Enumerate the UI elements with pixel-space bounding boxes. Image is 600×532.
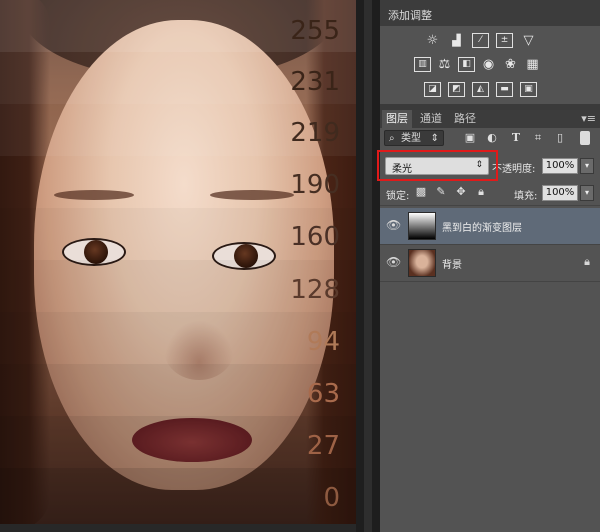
fill-dropdown-button[interactable]: ▾ — [580, 185, 594, 201]
adjustments-panel: ☼ ▟ ⁄ ± ▽ ▥ ⚖ ◧ ◉ ❀ ▦ ◪ ◩ ◭ ▬ ▣ — [380, 26, 600, 104]
gradient-value-label: 63 — [306, 379, 340, 409]
gradient-value-label: 94 — [306, 327, 340, 357]
document-canvas[interactable]: 255 231 219 190 160 128 94 63 27 0 — [0, 0, 356, 524]
eye-visibility-icon[interactable]: 👁︎ — [386, 255, 401, 269]
layer-filter-label: 类型 — [401, 133, 421, 144]
gradient-band — [0, 312, 356, 364]
fill-input[interactable]: 100% — [542, 185, 578, 201]
tab-layers[interactable]: 图层 — [382, 110, 412, 128]
layer-thumbnail — [408, 212, 436, 240]
adjustments-panel-header: 添加调整 — [380, 0, 600, 26]
tab-paths[interactable]: 路径 — [450, 110, 480, 128]
gradient-value-label: 219 — [290, 118, 340, 148]
lock-transparency-icon[interactable]: ▩ — [414, 185, 428, 199]
filter-smart-object-icon[interactable]: ▯ — [552, 130, 568, 146]
lock-paint-brush-icon[interactable]: ✎ — [434, 185, 448, 199]
gradient-band — [0, 416, 356, 468]
divider — [380, 281, 600, 282]
hue-saturation-icon[interactable]: ▥ — [414, 57, 431, 72]
layer-name: 背景 — [442, 260, 462, 271]
opacity-label: 不透明度: — [492, 164, 536, 175]
layer-row-gradient[interactable]: 👁︎ 黑到白的渐变图层 — [380, 208, 600, 244]
opacity-input[interactable]: 100% — [542, 158, 578, 174]
layers-panel-tabs: 图层 通道 路径 ▾≡ — [380, 110, 600, 128]
layer-name: 黑到白的渐变图层 — [442, 223, 522, 234]
panel-menu-icon[interactable]: ▾≡ — [581, 112, 596, 125]
threshold-icon[interactable]: ◭ — [472, 82, 489, 97]
exposure-icon[interactable]: ± — [496, 33, 513, 48]
gradient-band — [0, 468, 356, 524]
black-white-icon[interactable]: ◧ — [458, 57, 475, 72]
gradient-value-label: 160 — [290, 222, 340, 252]
search-icon: ⌕ — [389, 133, 395, 144]
gradient-map-icon[interactable]: ▬ — [496, 82, 513, 97]
panel-gutter — [356, 0, 380, 532]
posterize-icon[interactable]: ◩ — [448, 82, 465, 97]
levels-icon[interactable]: ▟ — [448, 33, 465, 48]
divider — [380, 205, 600, 206]
filter-type-icon[interactable]: T — [508, 130, 524, 146]
layer-thumbnail — [408, 249, 436, 277]
filter-shape-icon[interactable]: ⌗ — [530, 130, 546, 146]
gradient-value-label: 128 — [290, 275, 340, 305]
lock-position-move-icon[interactable]: ✥ — [454, 185, 468, 199]
channel-mixer-icon[interactable]: ❀ — [502, 57, 519, 72]
highlight-annotation-box — [377, 150, 498, 181]
fill-label: 填充: — [514, 191, 538, 202]
vibrance-icon[interactable]: ▽ — [520, 33, 537, 48]
invert-icon[interactable]: ◪ — [424, 82, 441, 97]
layer-row-background[interactable]: 👁︎ 背景 🔒︎ — [380, 245, 600, 281]
photo-filter-icon[interactable]: ◉ — [480, 57, 497, 72]
lock-all-icon[interactable]: 🔒︎ — [474, 185, 488, 199]
filter-toggle-switch[interactable] — [580, 131, 590, 145]
adjustments-title: 添加调整 — [388, 9, 432, 22]
gradient-value-label: 190 — [290, 170, 340, 200]
right-panel-dock: 添加调整 ☼ ▟ ⁄ ± ▽ ▥ ⚖ ◧ ◉ ❀ ▦ ◪ ◩ ◭ ▬ ▣ 图层 … — [380, 0, 600, 532]
filter-pixel-icon[interactable]: ▣ — [462, 130, 478, 146]
gradient-value-label: 255 — [290, 16, 340, 46]
gradient-value-label: 0 — [323, 483, 340, 513]
filter-adjustment-icon[interactable]: ◐ — [484, 130, 500, 146]
layer-filter-select[interactable]: ⌕ 类型 ⇕ — [384, 130, 444, 146]
gradient-band — [0, 364, 356, 416]
layer-lock-icon: 🔒︎ — [584, 255, 590, 268]
tab-channels[interactable]: 通道 — [416, 110, 446, 128]
eye-visibility-icon[interactable]: 👁︎ — [386, 218, 401, 232]
brightness-icon[interactable]: ☼ — [424, 33, 441, 48]
color-lookup-icon[interactable]: ▦ — [524, 57, 541, 72]
curves-icon[interactable]: ⁄ — [472, 33, 489, 48]
gradient-value-label: 27 — [306, 431, 340, 461]
opacity-dropdown-button[interactable]: ▾ — [580, 158, 594, 174]
selective-color-icon[interactable]: ▣ — [520, 82, 537, 97]
chevron-updown-icon: ⇕ — [430, 133, 439, 144]
color-balance-icon[interactable]: ⚖ — [436, 57, 453, 72]
lock-label: 锁定: — [386, 191, 410, 202]
gradient-value-label: 231 — [290, 67, 340, 97]
